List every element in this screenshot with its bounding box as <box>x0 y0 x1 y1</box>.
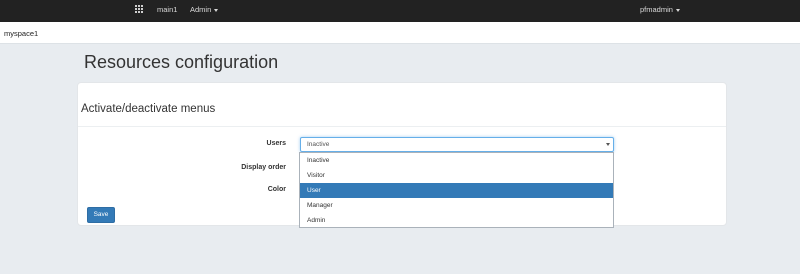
users-select-value: Inactive <box>307 141 330 148</box>
save-button[interactable]: Save <box>87 207 115 223</box>
page-title: Resources configuration <box>84 52 279 72</box>
user-menu-label: pfmadmin <box>640 5 673 14</box>
option-manager[interactable]: Manager <box>300 198 613 213</box>
users-select[interactable]: Inactive <box>300 137 614 152</box>
option-user[interactable]: User <box>300 183 613 198</box>
color-label: Color <box>267 186 286 193</box>
space-name[interactable]: myspace1 <box>4 29 38 38</box>
space-bar: myspace1 <box>0 22 800 44</box>
users-label: Users <box>266 140 286 147</box>
workspace-link[interactable]: main1 <box>157 5 177 14</box>
option-inactive[interactable]: Inactive <box>300 153 613 168</box>
top-navbar: main1 Admin pfmadmin <box>0 0 800 22</box>
apps-grid-icon[interactable] <box>135 5 143 13</box>
display-order-label: Display order <box>241 164 286 171</box>
option-visitor[interactable]: Visitor <box>300 168 613 183</box>
panel-heading: Activate/deactivate menus <box>78 83 726 127</box>
caret-down-icon <box>675 8 680 12</box>
users-dropdown-list: Inactive Visitor User Manager Admin <box>299 152 614 228</box>
chevron-down-icon <box>606 143 610 146</box>
admin-menu[interactable]: Admin <box>190 5 219 14</box>
option-admin[interactable]: Admin <box>300 213 613 228</box>
user-menu[interactable]: pfmadmin <box>640 5 680 14</box>
panel-title: Activate/deactivate menus <box>81 103 216 115</box>
admin-menu-label: Admin <box>190 5 212 14</box>
caret-down-icon <box>214 8 219 12</box>
